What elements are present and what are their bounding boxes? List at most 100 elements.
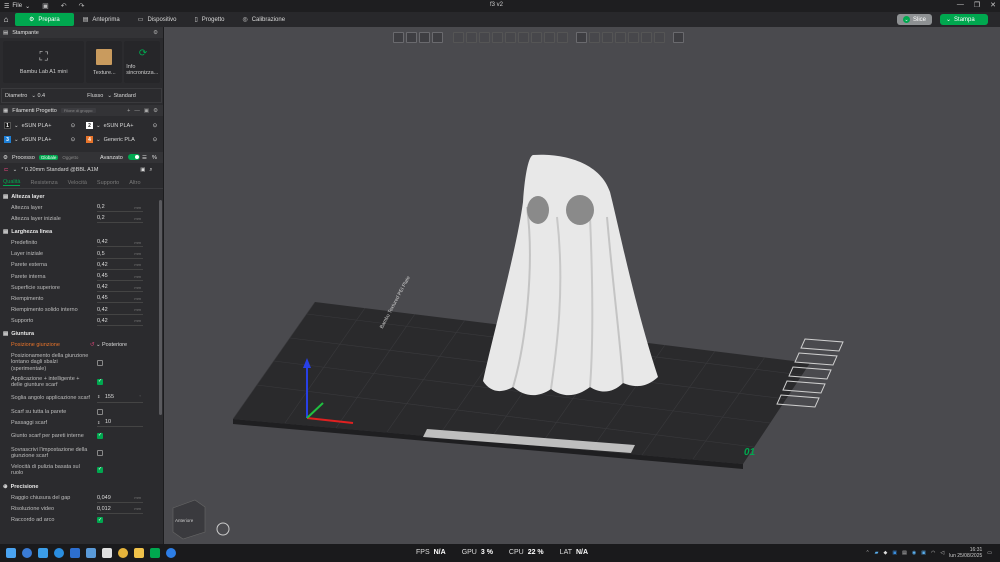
orient-icon[interactable]	[453, 31, 464, 43]
scarf-inner-checkbox[interactable]	[97, 433, 103, 440]
measure-icon[interactable]	[589, 31, 600, 43]
add-icon[interactable]: +	[127, 108, 130, 114]
tab-velocita[interactable]: Velocità	[68, 180, 87, 186]
scarf-override-checkbox[interactable]	[97, 449, 103, 456]
tab-qualita[interactable]: Qualità	[3, 179, 21, 186]
tab-progetto[interactable]: ▯ Progetto	[185, 13, 233, 26]
minimize-icon[interactable]: —	[957, 1, 964, 9]
tab-resistenza[interactable]: Resistenza	[30, 180, 57, 186]
arrange-icon[interactable]	[419, 31, 430, 43]
volume-icon[interactable]: ◁	[940, 550, 944, 556]
filament-item[interactable]: 1 ⌄ eSUN PLA+ ⊙	[4, 119, 86, 132]
text-icon[interactable]	[576, 31, 587, 43]
advanced-toggle[interactable]	[128, 154, 140, 160]
percent-icon[interactable]: %	[152, 155, 157, 161]
staggered-seam-checkbox[interactable]	[97, 359, 103, 366]
wifi-icon[interactable]: ◠	[931, 550, 935, 556]
bambu-studio-icon[interactable]	[150, 548, 160, 558]
tab-calibrazione[interactable]: ◎ Calibrazione	[233, 13, 294, 26]
object-toggle[interactable]: Oggetto	[62, 155, 78, 160]
home-icon[interactable]: ⌂	[0, 12, 12, 27]
tab-anteprima[interactable]: ▤ Anteprima	[74, 13, 129, 26]
tab-prepara[interactable]: ⚙ Prepara	[15, 13, 74, 26]
filament-group-button[interactable]: Filone di gruppo	[60, 108, 96, 113]
tray-app-icon[interactable]: ▣	[921, 550, 926, 556]
layout-icon[interactable]	[432, 31, 443, 43]
setting-input[interactable]: 0,42 mm	[97, 238, 143, 248]
tab-dispositivo[interactable]: ▭ Dispositivo	[129, 13, 186, 26]
process-profile-select[interactable]: ⊏ ⌄ * 0.20mm Standard @BBL A1M ▣ ⌕	[0, 163, 163, 177]
file-explorer-icon[interactable]	[38, 548, 48, 558]
scale-icon[interactable]	[492, 31, 503, 43]
notification-icon[interactable]: ▭	[987, 550, 992, 556]
settings-icon[interactable]: ⚙	[153, 30, 158, 36]
tab-altro[interactable]: Altro	[129, 180, 140, 186]
browser-icon[interactable]	[54, 548, 64, 558]
simplify-icon[interactable]	[641, 31, 652, 43]
chevron-up-icon[interactable]: ⌃	[865, 550, 869, 556]
filament-edit-icon[interactable]: ⊙	[153, 137, 158, 143]
restore-icon[interactable]: ❐	[974, 1, 980, 9]
split-icon[interactable]	[654, 31, 665, 43]
windows-start-icon[interactable]	[6, 548, 16, 558]
support-paint-icon[interactable]	[531, 31, 542, 43]
ghost-model[interactable]	[483, 154, 658, 396]
add-cube-icon[interactable]	[393, 31, 404, 43]
filament-item[interactable]: 4 ⌄ Generic PLA ⊙	[86, 133, 162, 146]
arc-fitting-checkbox[interactable]	[97, 517, 103, 524]
filament-item[interactable]: 3 ⌄ eSUN PLA+ ⊙	[4, 133, 86, 146]
stepper-icon[interactable]: ⇕	[97, 395, 100, 400]
tray-app-icon[interactable]: ▣	[892, 550, 897, 556]
zoom-fit-icon[interactable]	[216, 522, 230, 536]
chrome-icon[interactable]	[118, 548, 128, 558]
search-icon[interactable]: ⌕	[149, 167, 152, 174]
filament-edit-icon[interactable]: ⊙	[71, 123, 76, 129]
redo-icon[interactable]: ↷	[79, 2, 85, 10]
plate-selector[interactable]: Texture...	[86, 41, 123, 83]
print-button[interactable]: ⌄ Stampa	[940, 14, 988, 25]
tray-app-icon[interactable]: ◆	[884, 550, 888, 556]
setting-input[interactable]: 0,45 mm	[97, 272, 143, 282]
undo-icon[interactable]: ↶	[61, 2, 67, 10]
seam-position-select[interactable]: ↺ ⌄ Posteriore	[90, 341, 136, 350]
mesh-icon[interactable]	[628, 31, 639, 43]
list-icon[interactable]: ☰	[142, 155, 147, 161]
plate-settings-icon[interactable]	[673, 31, 684, 43]
stepper-icon[interactable]: ⇕	[97, 420, 100, 425]
color-paint-icon[interactable]	[557, 31, 568, 43]
tray-app-icon[interactable]: ◉	[912, 550, 916, 556]
setting-input[interactable]: 0,2 mm	[97, 214, 143, 224]
minus-icon[interactable]: —	[134, 108, 140, 114]
scarf-angle-input[interactable]: ⇕ 155 °	[97, 394, 143, 403]
photos-icon[interactable]	[102, 548, 112, 558]
filament-edit-icon[interactable]: ⊙	[71, 137, 76, 143]
clock[interactable]: 16:31 lun 25/08/2025	[949, 547, 982, 559]
reset-icon[interactable]: ↺	[90, 342, 95, 348]
setting-input[interactable]: 0,012 mm	[97, 505, 143, 514]
wipe-speed-checkbox[interactable]	[97, 466, 103, 473]
flow-select[interactable]: ⌄ Standard	[107, 93, 135, 99]
assembly-icon[interactable]	[602, 31, 613, 43]
filament-item[interactable]: 2 ⌄ eSUN PLA+ ⊙	[86, 119, 162, 132]
setting-input[interactable]: 0,42 mm	[97, 261, 143, 270]
setting-input[interactable]: 0,42 mm	[97, 283, 143, 293]
filament-edit-icon[interactable]: ⊙	[153, 123, 158, 129]
scarf-apply-checkbox[interactable]	[97, 379, 103, 386]
bluetooth-icon[interactable]	[166, 548, 176, 558]
diameter-select[interactable]: ⌄ 0.4	[31, 93, 45, 99]
setting-input[interactable]: 0,2 mm	[97, 203, 143, 213]
mail-icon[interactable]	[70, 548, 80, 558]
boolean-icon[interactable]	[615, 31, 626, 43]
global-toggle[interactable]: Globale	[38, 155, 59, 160]
setting-input[interactable]: 0,049 mm	[97, 494, 143, 503]
printer-selector[interactable]: ⛶ Bambu Lab A1 mini	[3, 41, 85, 83]
scarf-steps-input[interactable]: ⇕ 10	[97, 418, 143, 428]
tray-app-icon[interactable]: ▰	[875, 550, 879, 556]
3d-viewport[interactable]: Anteriore 01 Bambu Textured PEI Plate	[165, 27, 1000, 544]
setting-input[interactable]: 0,42 mm	[97, 317, 143, 326]
setting-input[interactable]: 0,5 mm	[97, 250, 143, 259]
save-icon[interactable]: ▣	[140, 167, 145, 173]
edit-icon[interactable]: ▣	[144, 108, 149, 114]
rotate-icon[interactable]	[479, 31, 490, 43]
slice-button[interactable]: ⌄ Slice	[897, 14, 933, 25]
